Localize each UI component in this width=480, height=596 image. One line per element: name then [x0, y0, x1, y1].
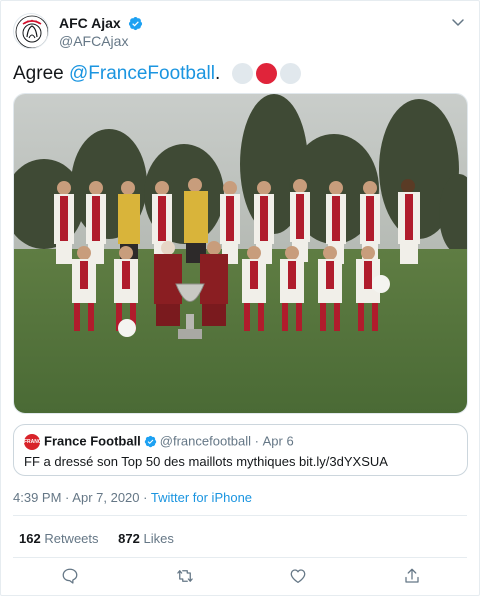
divider: [13, 515, 467, 516]
likes-stat[interactable]: 872 Likes: [118, 531, 174, 547]
tweet-text: Agree @FranceFootball.: [13, 61, 304, 87]
retweets-stat[interactable]: 162 Retweets: [19, 531, 99, 547]
quoted-author-handle[interactable]: @francefootball: [160, 434, 251, 449]
retweets-label: Retweets: [44, 531, 99, 546]
tweet-text-suffix: .: [215, 63, 221, 85]
quoted-separator: ·: [254, 433, 260, 449]
meta-separator: ·: [65, 490, 70, 505]
tweet-timestamp: 4:39 PM · Apr 7, 2020 · Twitter for iPho…: [13, 490, 252, 506]
retweets-count: 162: [19, 531, 41, 546]
chevron-down-icon[interactable]: [449, 13, 467, 31]
tweet-header: AFC Ajax @AFCAjax: [13, 13, 467, 49]
divider: [13, 557, 467, 558]
author-display-name[interactable]: AFC Ajax: [59, 14, 121, 32]
like-icon[interactable]: [289, 567, 307, 585]
verified-badge-icon: [144, 435, 157, 448]
tweet-card: AFC Ajax @AFCAjax Agree @FranceFootball.: [0, 0, 480, 596]
white-circle-emoji: [231, 63, 253, 85]
author-names: AFC Ajax @AFCAjax: [59, 14, 143, 50]
emoji-group: [231, 61, 304, 87]
quoted-tweet-header: FRANCE FOOTBALLFrance Football @francefoo…: [24, 433, 294, 450]
tweet-date[interactable]: Apr 7, 2020: [72, 490, 139, 505]
reply-icon[interactable]: [61, 567, 79, 585]
verified-badge-icon: [128, 16, 143, 31]
author-handle[interactable]: @AFCAjax: [59, 32, 143, 50]
quoted-tweet-text: FF a dressé son Top 50 des maillots myth…: [24, 454, 388, 469]
quoted-author-name[interactable]: France Football: [44, 434, 141, 449]
tweet-stats: 162 Retweets 872 Likes: [19, 531, 190, 547]
mention-link[interactable]: @FranceFootball: [69, 63, 215, 84]
tweet-source-link[interactable]: Twitter for iPhone: [151, 490, 252, 505]
ajax-crest-icon[interactable]: [13, 13, 49, 49]
quoted-tweet[interactable]: FRANCE FOOTBALLFrance Football @francefoo…: [13, 424, 468, 476]
tweet-photo[interactable]: [13, 93, 468, 414]
share-icon[interactable]: [403, 567, 421, 585]
quoted-date[interactable]: Apr 6: [263, 434, 294, 449]
red-circle-emoji: [255, 63, 277, 85]
white-circle-emoji: [279, 63, 301, 85]
meta-separator: ·: [143, 490, 148, 505]
tweet-text-prefix: Agree: [13, 63, 69, 85]
likes-label: Likes: [143, 531, 174, 546]
tweet-time[interactable]: 4:39 PM: [13, 490, 61, 505]
france-football-logo-icon: FRANCE FOOTBALL: [24, 433, 73, 450]
retweet-icon[interactable]: [176, 567, 194, 585]
likes-count: 872: [118, 531, 140, 546]
tweet-actions: [1, 567, 480, 589]
